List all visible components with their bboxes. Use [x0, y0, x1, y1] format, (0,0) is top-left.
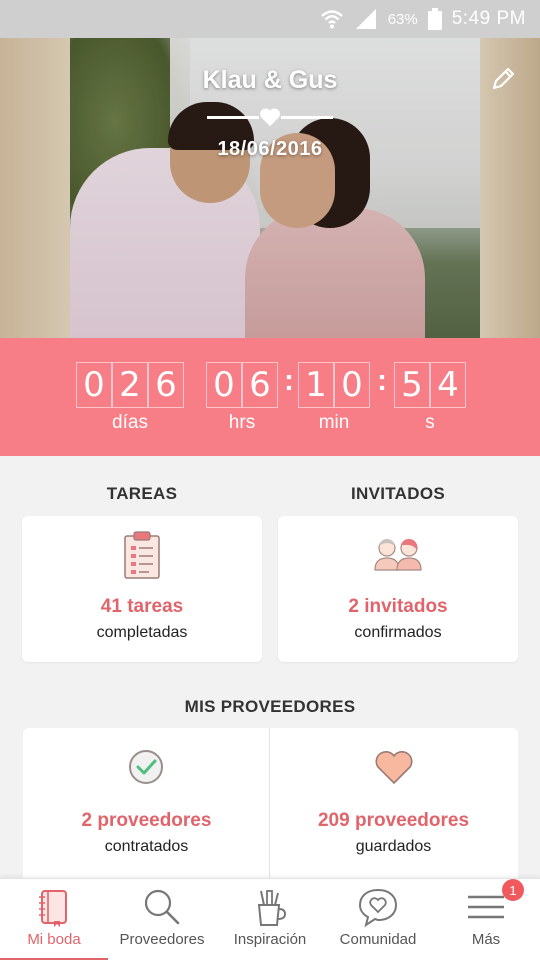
- notebook-icon: [39, 890, 67, 927]
- heart-divider: [207, 106, 333, 130]
- tareas-sub: completadas: [96, 624, 188, 641]
- countdown-minutes-label: min: [318, 412, 350, 433]
- contratados-count: 2 proveedores: [81, 810, 212, 831]
- nav-mi-boda[interactable]: Mi boda: [0, 879, 108, 960]
- pencil-cup-icon: [257, 890, 287, 926]
- countdown-digit: 5: [394, 362, 430, 408]
- nav-label: Proveedores: [119, 931, 205, 948]
- bottom-nav: Mi boda Proveedores Inspiración Comunida…: [0, 878, 540, 960]
- countdown-seconds-label: s: [425, 412, 435, 433]
- chat-heart-icon: [358, 888, 398, 928]
- guardados-sub: guardados: [355, 838, 432, 855]
- couple-names: Klau & Gus: [202, 66, 338, 94]
- nav-inspiracion[interactable]: Inspiración: [216, 879, 324, 960]
- nav-label: Más: [471, 931, 501, 948]
- tareas-title: TAREAS: [106, 484, 178, 503]
- wedding-date: 18/06/2016: [217, 138, 323, 160]
- invitados-count: 2 invitados: [348, 596, 448, 617]
- proveedores-title: MIS PROVEEDORES: [184, 697, 356, 716]
- countdown-colon: :: [377, 364, 387, 397]
- clock: 5:49 PM: [451, 8, 526, 29]
- countdown-panel: 0 2 6 0 6 : 1 0 : 5 4 días hrs min s: [0, 338, 540, 456]
- countdown-hours-label: hrs: [228, 412, 256, 433]
- countdown-digit: 4: [430, 362, 466, 408]
- heart-icon: [260, 108, 280, 127]
- nav-label: Comunidad: [339, 931, 417, 948]
- countdown-digit: 6: [148, 362, 184, 408]
- search-icon: [144, 889, 180, 925]
- contratados-sub: contratados: [104, 838, 189, 855]
- guests-icon: [374, 539, 422, 571]
- nav-comunidad[interactable]: Comunidad: [324, 879, 432, 960]
- countdown-digit: 0: [206, 362, 242, 408]
- wifi-icon: [320, 8, 344, 30]
- nav-label: Inspiración: [233, 931, 307, 948]
- battery-icon: [427, 8, 442, 30]
- notification-badge: 1: [502, 879, 524, 901]
- invitados-card[interactable]: 2 invitados confirmados: [278, 516, 518, 662]
- countdown-digit: 0: [76, 362, 112, 408]
- proveedores-card: 2 proveedores contratados 209 proveedore…: [23, 728, 518, 878]
- pencil-icon[interactable]: [490, 66, 516, 92]
- countdown-digit: 2: [112, 362, 148, 408]
- clipboard-icon: [124, 531, 160, 579]
- heart-icon: [375, 751, 413, 784]
- proveedores-guardados[interactable]: 209 proveedores guardados: [270, 728, 517, 878]
- invitados-sub: confirmados: [354, 624, 442, 641]
- signal-icon: [354, 8, 378, 30]
- countdown-digit: 0: [334, 362, 370, 408]
- battery-percent: 63%: [387, 10, 418, 28]
- proveedores-contratados[interactable]: 2 proveedores contratados: [23, 728, 270, 878]
- invitados-title: INVITADOS: [350, 484, 445, 503]
- countdown-digit: 6: [242, 362, 278, 408]
- check-circle-icon: [129, 750, 163, 784]
- tareas-count: 41 tareas: [100, 596, 184, 617]
- nav-proveedores[interactable]: Proveedores: [108, 879, 216, 960]
- nav-label: Mi boda: [27, 931, 81, 948]
- countdown-digit: 1: [298, 362, 334, 408]
- nav-mas[interactable]: 1 Más: [432, 879, 540, 960]
- countdown-colon: :: [284, 364, 294, 397]
- guardados-count: 209 proveedores: [317, 810, 470, 831]
- status-bar: 63% 5:49 PM: [0, 0, 540, 38]
- countdown-days-label: días: [112, 412, 148, 433]
- couple-photo: Klau & Gus 18/06/2016: [0, 38, 540, 338]
- tareas-card[interactable]: 41 tareas completadas: [22, 516, 262, 662]
